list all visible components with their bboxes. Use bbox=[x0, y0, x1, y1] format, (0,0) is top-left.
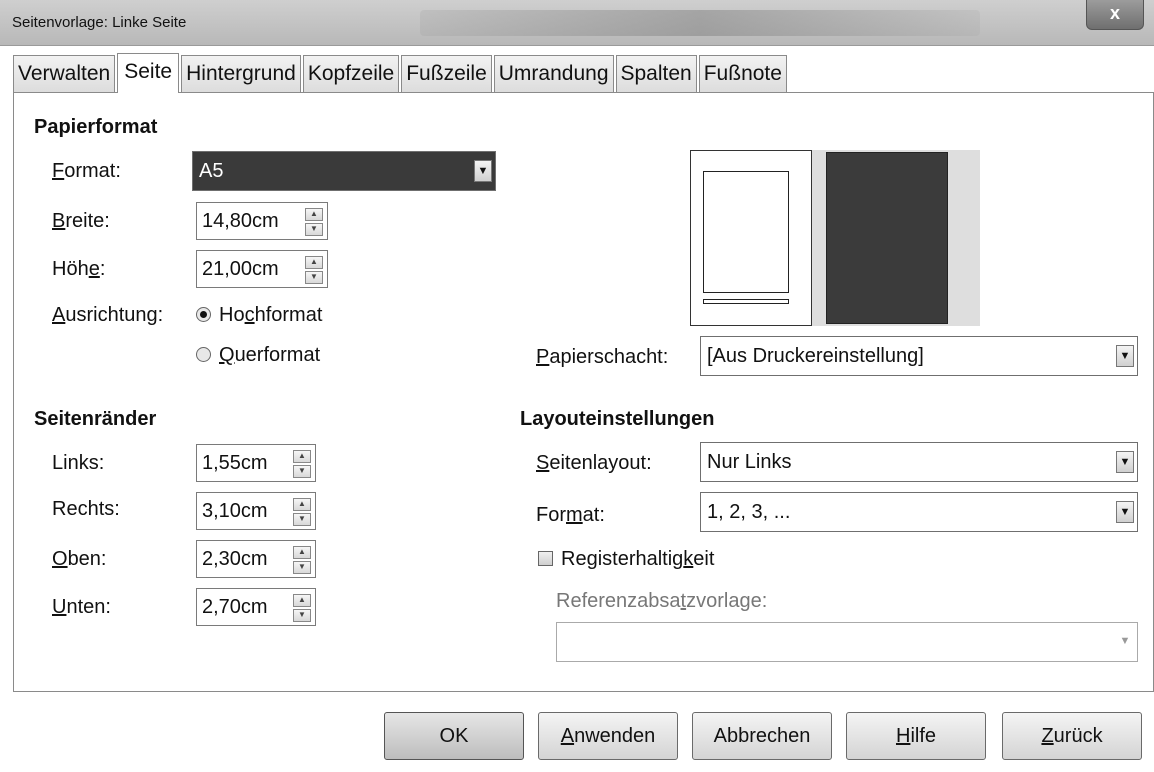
close-button[interactable]: x bbox=[1086, 0, 1144, 30]
chevron-down-icon[interactable]: ▼ bbox=[1116, 631, 1134, 653]
margin-top-value: 2,30cm bbox=[202, 548, 268, 570]
tab-fusszeile[interactable]: Fußzeile bbox=[401, 55, 492, 93]
chevron-down-icon[interactable]: ▼ bbox=[474, 160, 492, 182]
spin-down-icon[interactable]: ▼ bbox=[293, 465, 311, 478]
spin-down-icon[interactable]: ▼ bbox=[305, 271, 323, 284]
margins-heading: Seitenränder bbox=[34, 408, 157, 430]
page-layout-label: Seitenlayout: bbox=[536, 452, 652, 474]
width-spin-field[interactable]: 14,80cm ▲ ▼ bbox=[196, 202, 328, 240]
chevron-down-icon[interactable]: ▼ bbox=[1116, 451, 1134, 473]
margin-top-label: Oben: bbox=[52, 548, 107, 570]
tab-spalten[interactable]: Spalten bbox=[615, 55, 697, 93]
page-layout-select[interactable]: Nur Links ▼ bbox=[700, 442, 1138, 482]
margin-left-stepper[interactable]: ▲ ▼ bbox=[293, 450, 311, 478]
numbering-format-value: 1, 2, 3, ... bbox=[707, 501, 791, 523]
format-label: Format: bbox=[52, 160, 121, 182]
margin-left-spin-field[interactable]: 1,55cm ▲ ▼ bbox=[196, 444, 316, 482]
text-area-preview bbox=[703, 171, 789, 293]
margin-bottom-value: 2,70cm bbox=[202, 596, 268, 618]
tab-hintergrund[interactable]: Hintergrund bbox=[181, 55, 301, 93]
tab-seite[interactable]: Seite bbox=[117, 53, 180, 93]
page-layout-value: Nur Links bbox=[707, 451, 792, 473]
spin-up-icon[interactable]: ▲ bbox=[293, 546, 311, 559]
numbering-format-label: Format: bbox=[536, 504, 605, 526]
landscape-radio[interactable]: Querformat bbox=[196, 344, 320, 367]
ok-button[interactable]: OK bbox=[384, 712, 524, 760]
spin-up-icon[interactable]: ▲ bbox=[293, 450, 311, 463]
paper-format-heading: Papierformat bbox=[34, 116, 158, 138]
register-true-checkbox[interactable]: Registerhaltigkeit bbox=[538, 548, 714, 571]
spin-down-icon[interactable]: ▼ bbox=[293, 609, 311, 622]
radio-selected-icon[interactable] bbox=[196, 307, 211, 322]
tab-bar: Verwalten Seite Hintergrund Kopfzeile Fu… bbox=[13, 53, 789, 93]
width-label: Breite: bbox=[52, 210, 110, 232]
cancel-button[interactable]: Abbrechen bbox=[692, 712, 832, 760]
margin-top-stepper[interactable]: ▲ ▼ bbox=[293, 546, 311, 574]
reference-style-select[interactable]: ▼ bbox=[556, 622, 1138, 662]
back-button[interactable]: Zurück bbox=[1002, 712, 1142, 760]
orientation-label: Ausrichtung: bbox=[52, 304, 164, 326]
paper-tray-label: Papierschacht: bbox=[536, 346, 669, 368]
margin-bottom-stepper[interactable]: ▲ ▼ bbox=[293, 594, 311, 622]
spin-down-icon[interactable]: ▼ bbox=[305, 223, 323, 236]
margin-left-label: Links: bbox=[52, 452, 105, 474]
height-label: Höhe: bbox=[52, 258, 106, 280]
apply-button[interactable]: Anwenden bbox=[538, 712, 678, 760]
right-page-preview bbox=[826, 152, 948, 324]
paper-format-value: A5 bbox=[199, 160, 224, 182]
paper-tray-select[interactable]: [Aus Druckereinstellung] ▼ bbox=[700, 336, 1138, 376]
margin-right-stepper[interactable]: ▲ ▼ bbox=[293, 498, 311, 526]
margin-bottom-label: Unten: bbox=[52, 596, 111, 618]
radio-unselected-icon[interactable] bbox=[196, 347, 211, 362]
spin-down-icon[interactable]: ▼ bbox=[293, 561, 311, 574]
margin-right-value: 3,10cm bbox=[202, 500, 268, 522]
left-page-preview bbox=[690, 150, 812, 326]
page-style-dialog: Seitenvorlage: Linke Seite x Verwalten S… bbox=[0, 0, 1154, 772]
spin-up-icon[interactable]: ▲ bbox=[293, 498, 311, 511]
paper-tray-value: [Aus Druckereinstellung] bbox=[707, 345, 924, 367]
footer-preview bbox=[703, 299, 789, 304]
page-preview bbox=[690, 150, 980, 326]
layout-settings-heading: Layouteinstellungen bbox=[520, 408, 715, 430]
margin-right-label: Rechts: bbox=[52, 498, 120, 520]
paper-format-select[interactable]: A5 ▼ bbox=[192, 151, 496, 191]
tab-verwalten[interactable]: Verwalten bbox=[13, 55, 116, 93]
tab-fussnote[interactable]: Fußnote bbox=[698, 55, 787, 93]
blurred-background-title bbox=[420, 10, 980, 36]
spin-up-icon[interactable]: ▲ bbox=[305, 256, 323, 269]
height-stepper[interactable]: ▲ ▼ bbox=[305, 256, 323, 284]
title-bar: Seitenvorlage: Linke Seite x bbox=[0, 0, 1154, 46]
portrait-radio[interactable]: Hochformat bbox=[196, 304, 322, 327]
margin-bottom-spin-field[interactable]: 2,70cm ▲ ▼ bbox=[196, 588, 316, 626]
margin-left-value: 1,55cm bbox=[202, 452, 268, 474]
width-value: 14,80cm bbox=[202, 210, 279, 232]
spin-up-icon[interactable]: ▲ bbox=[293, 594, 311, 607]
spin-up-icon[interactable]: ▲ bbox=[305, 208, 323, 221]
checkbox-unchecked-icon[interactable] bbox=[538, 551, 553, 566]
height-value: 21,00cm bbox=[202, 258, 279, 280]
tab-kopfzeile[interactable]: Kopfzeile bbox=[302, 55, 400, 93]
height-spin-field[interactable]: 21,00cm ▲ ▼ bbox=[196, 250, 328, 288]
margin-top-spin-field[interactable]: 2,30cm ▲ ▼ bbox=[196, 540, 316, 578]
window-title: Seitenvorlage: Linke Seite bbox=[12, 14, 187, 31]
help-button[interactable]: Hilfe bbox=[846, 712, 986, 760]
chevron-down-icon[interactable]: ▼ bbox=[1116, 501, 1134, 523]
chevron-down-icon[interactable]: ▼ bbox=[1116, 345, 1134, 367]
tab-umrandung[interactable]: Umrandung bbox=[493, 55, 614, 93]
reference-style-label: Referenzabsatzvorlage: bbox=[556, 590, 768, 612]
margin-right-spin-field[interactable]: 3,10cm ▲ ▼ bbox=[196, 492, 316, 530]
width-stepper[interactable]: ▲ ▼ bbox=[305, 208, 323, 236]
numbering-format-select[interactable]: 1, 2, 3, ... ▼ bbox=[700, 492, 1138, 532]
spin-down-icon[interactable]: ▼ bbox=[293, 513, 311, 526]
